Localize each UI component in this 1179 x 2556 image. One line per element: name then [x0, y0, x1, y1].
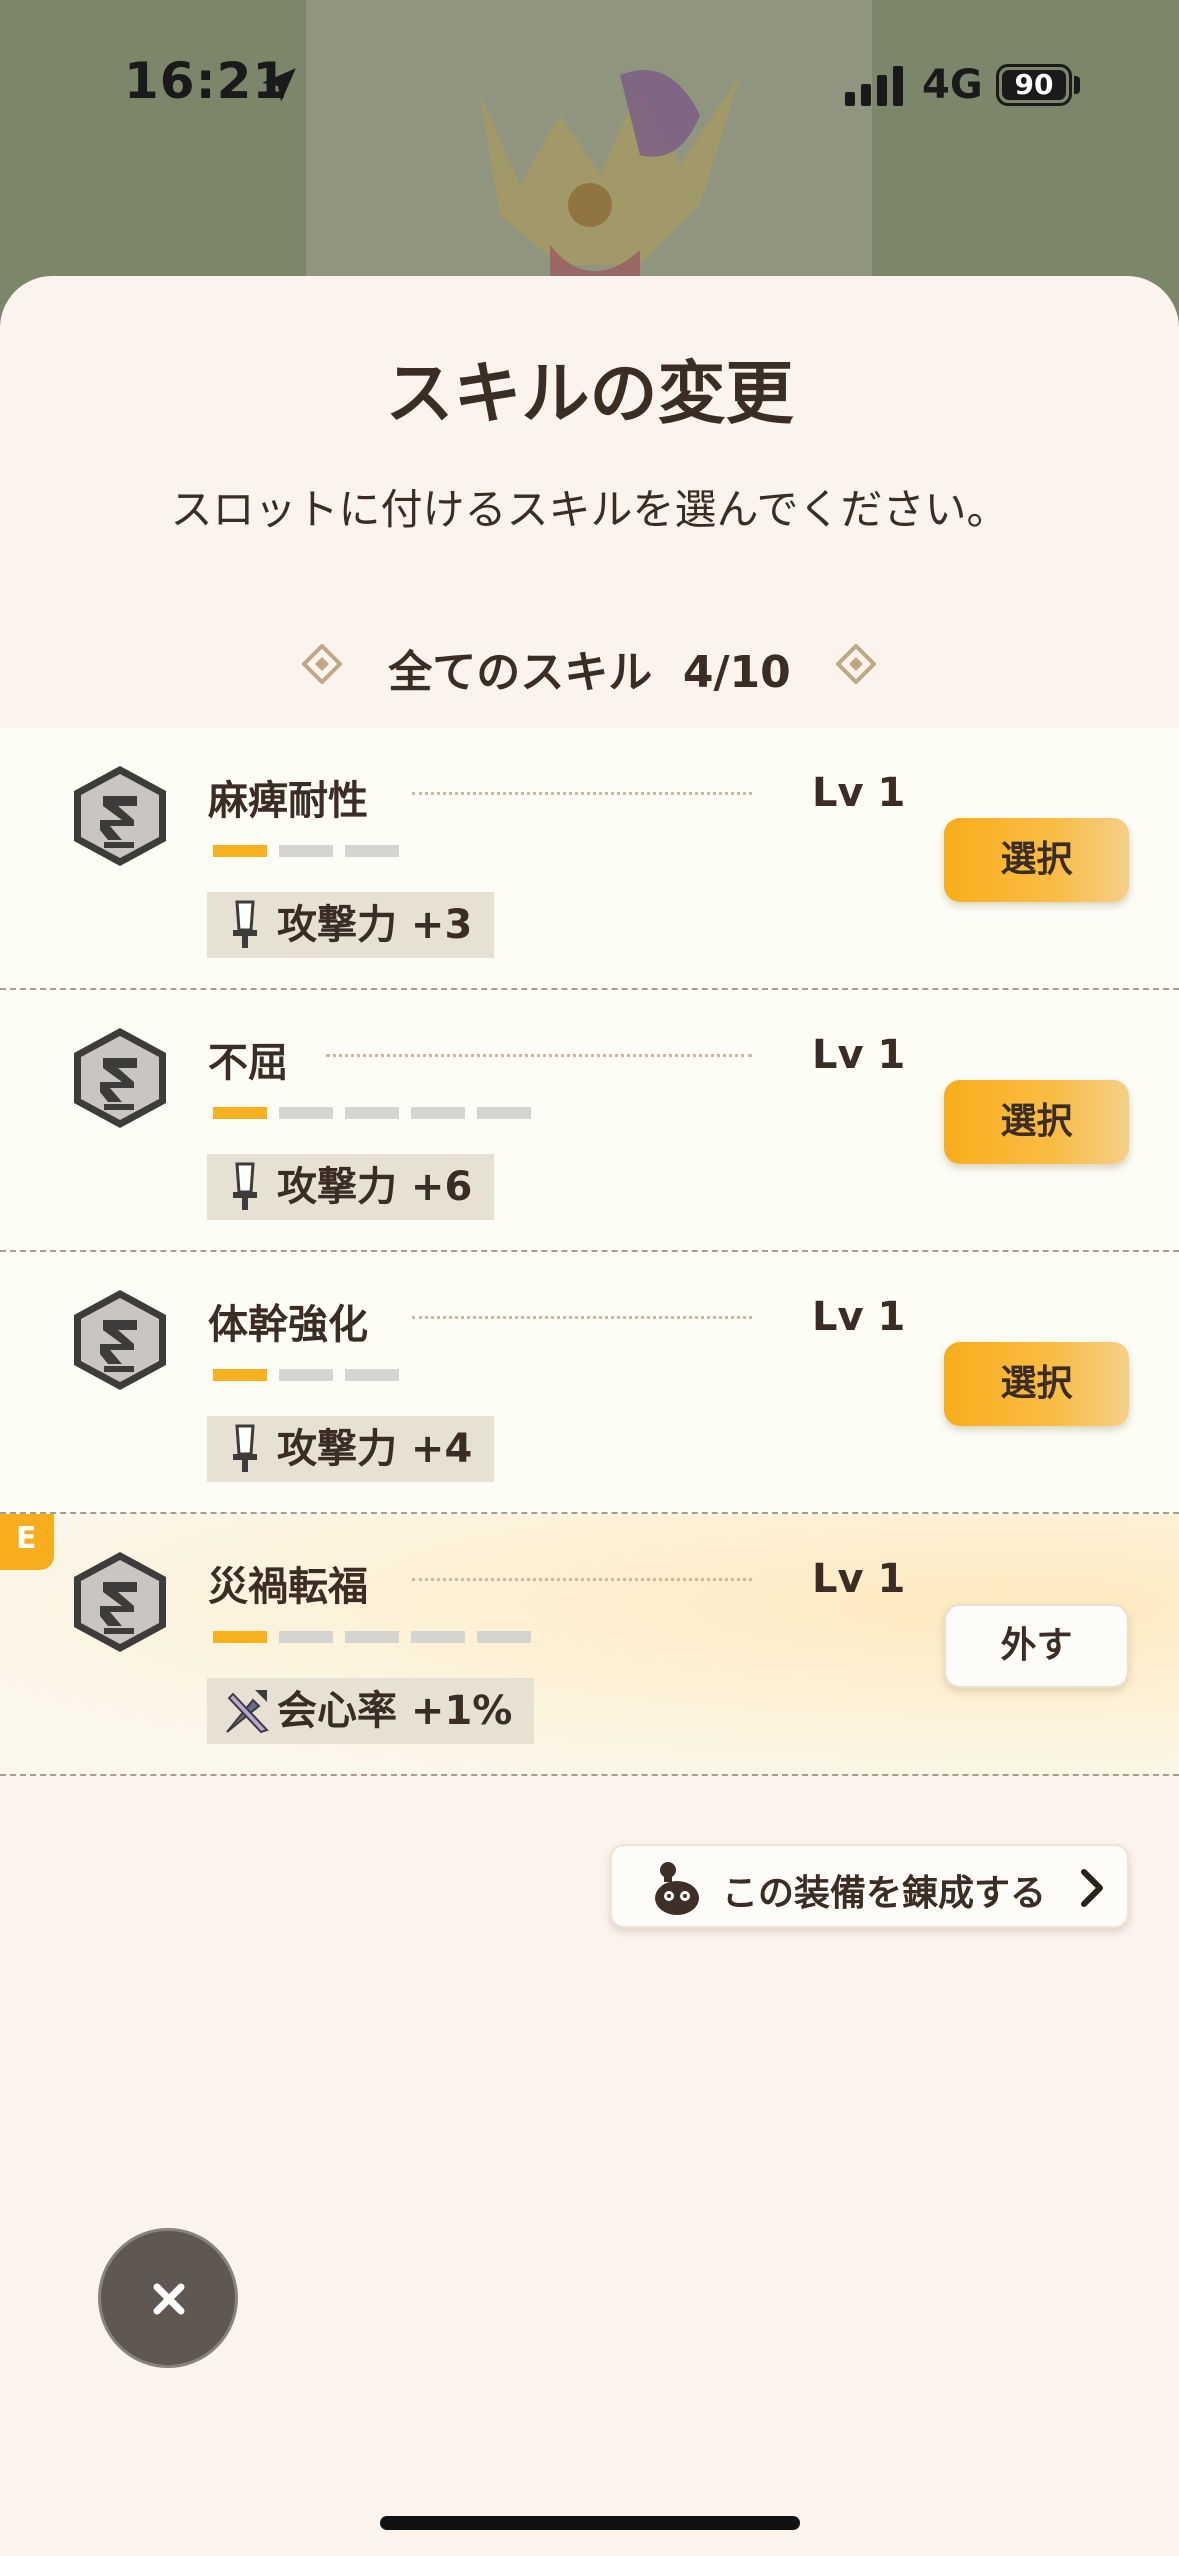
diamond-ornament-icon: [836, 644, 876, 684]
skill-hexagon-icon: [74, 1028, 166, 1128]
skill-level: Lv 1: [812, 1556, 906, 1602]
level-bars: [213, 845, 399, 857]
skill-hexagon-icon: [74, 766, 166, 866]
skill-row-equipped: E 災禍転福 Lv 1 会心率 +1% 外す: [0, 1514, 1179, 1776]
level-bars: [213, 1107, 531, 1119]
forge-pot-icon: [655, 1862, 699, 1915]
skill-hexagon-icon: [74, 1552, 166, 1652]
skill-bonus-text: 攻撃力 +4: [277, 1426, 473, 1472]
signal-icon: [845, 66, 903, 106]
level-bar-empty: [411, 1631, 465, 1643]
forge-equipment-button[interactable]: この装備を錬成する: [610, 1844, 1129, 1928]
forge-button-label: この装備を錬成する: [722, 1873, 1047, 1914]
level-bar-empty: [279, 1107, 333, 1119]
level-bar-filled: [213, 1631, 267, 1643]
filter-count: 4/10: [682, 647, 791, 698]
skill-name: 体幹強化: [208, 1302, 368, 1348]
skill-name: 災禍転福: [208, 1564, 368, 1610]
skill-bonus: 攻撃力 +4: [207, 1416, 495, 1482]
location-arrow-icon: [262, 68, 296, 102]
dotted-leader: [326, 1054, 752, 1057]
level-bar-empty: [279, 1369, 333, 1381]
remove-button[interactable]: 外す: [944, 1604, 1129, 1688]
level-bar-empty: [279, 845, 333, 857]
chevron-right-icon: [1081, 1869, 1103, 1907]
affinity-crossed-blades-icon: [226, 1690, 269, 1734]
dotted-leader: [412, 1578, 752, 1581]
select-button[interactable]: 選択: [944, 1342, 1129, 1426]
level-bar-empty: [477, 1107, 531, 1119]
network-type: 4G: [922, 62, 983, 108]
level-bar-empty: [345, 1631, 399, 1643]
filter-name: 全てのスキル: [388, 647, 653, 698]
home-indicator[interactable]: [380, 2516, 800, 2530]
select-button[interactable]: 選択: [944, 1080, 1129, 1164]
battery-tip: [1074, 76, 1080, 94]
level-bar-empty: [345, 1107, 399, 1119]
skill-bonus: 会心率 +1%: [207, 1678, 535, 1744]
skill-row: 体幹強化 Lv 1 攻撃力 +4 選択: [0, 1252, 1179, 1514]
level-bar-empty: [477, 1631, 531, 1643]
skill-hexagon-icon: [74, 1290, 166, 1390]
level-bar-empty: [345, 845, 399, 857]
skill-bonus: 攻撃力 +6: [207, 1154, 495, 1220]
skill-bonus-text: 会心率 +1%: [277, 1688, 513, 1734]
helmet-preview-image: [480, 70, 740, 295]
attack-sword-icon: [233, 1424, 257, 1472]
level-bar-empty: [345, 1369, 399, 1381]
page-subtitle: スロットに付けるスキルを選んでください。: [170, 485, 1009, 534]
select-button[interactable]: 選択: [944, 818, 1129, 902]
skill-bonus-text: 攻撃力 +3: [277, 902, 473, 948]
level-bar-filled: [213, 1107, 267, 1119]
battery-icon: 90: [996, 64, 1072, 106]
skill-bonus: 攻撃力 +3: [207, 892, 495, 958]
level-bars: [213, 1631, 531, 1643]
skill-row: 麻痺耐性 Lv 1 攻撃力 +3 選択: [0, 728, 1179, 990]
level-bar-empty: [279, 1631, 333, 1643]
level-bar-empty: [411, 1107, 465, 1119]
attack-sword-icon: [233, 900, 257, 948]
skill-bonus-text: 攻撃力 +6: [277, 1164, 473, 1210]
skill-row: 不屈 Lv 1 攻撃力 +6 選択: [0, 990, 1179, 1252]
dotted-leader: [412, 1316, 752, 1319]
skill-level: Lv 1: [812, 770, 906, 816]
level-bars: [213, 1369, 399, 1381]
close-button[interactable]: [98, 2228, 238, 2368]
page-title: スキルの変更: [385, 355, 794, 434]
attack-sword-icon: [233, 1162, 257, 1210]
skill-filter-label[interactable]: 全てのスキル 4/10: [0, 636, 1179, 700]
skill-name: 麻痺耐性: [208, 778, 368, 824]
dotted-leader: [412, 792, 752, 795]
battery-level: 90: [1002, 70, 1066, 100]
level-bar-filled: [213, 1369, 267, 1381]
level-bar-filled: [213, 845, 267, 857]
close-icon: [153, 2283, 185, 2315]
skill-level: Lv 1: [812, 1294, 906, 1340]
skill-level: Lv 1: [812, 1032, 906, 1078]
skill-name: 不屈: [208, 1040, 288, 1086]
equipped-badge: E: [0, 1514, 54, 1570]
